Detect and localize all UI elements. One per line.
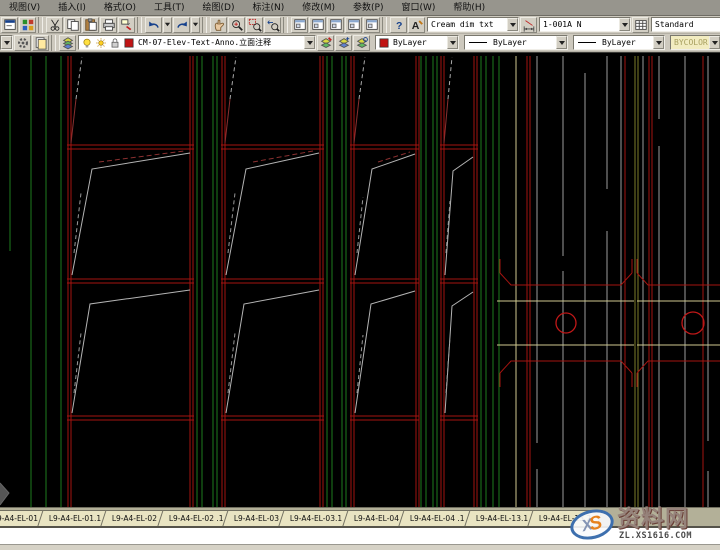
text-style-value: Cream dim txt — [428, 20, 507, 29]
layout-tab-label: L9-A4-EL-02 — [112, 514, 157, 523]
autocad-window: 视图(V)插入(I)格式(O)工具(T)绘图(D)标注(N)修改(M)参数(P)… — [0, 0, 720, 550]
menu-item-1[interactable]: 插入(I) — [49, 0, 95, 16]
toolbar-separator — [51, 35, 56, 51]
sheetset-icon[interactable] — [32, 35, 49, 51]
plot-icon[interactable] — [100, 17, 117, 33]
chevron-down-icon[interactable] — [556, 36, 567, 49]
text-style-combo[interactable]: Cream dim txt — [427, 17, 519, 32]
layout-tab-label: L9-A4-EL-04 — [354, 514, 399, 523]
menu-item-4[interactable]: 绘图(D) — [194, 0, 244, 16]
standard-toolbar: ? A Cream dim txt 1-001A N Standard Stan… — [0, 16, 720, 34]
linetype-value: ByLayer — [490, 38, 556, 47]
color-value: ByLayer — [390, 38, 447, 47]
lock-icon[interactable] — [109, 37, 121, 49]
lineweight-sample — [578, 42, 596, 43]
sun-icon[interactable] — [95, 37, 107, 49]
toolbar-separator — [38, 17, 43, 33]
dim-style-icon[interactable] — [520, 17, 537, 33]
layout-tab-label: L9-A4-EL-02 .1 — [168, 514, 223, 523]
chevron-down-icon[interactable] — [163, 17, 172, 33]
current-layer-name: CM-07-Elev-Text-Anno.立面注释 — [135, 37, 304, 48]
lineweight-value: ByLayer — [599, 38, 653, 47]
layer-color-swatch — [123, 37, 135, 49]
help-icon[interactable]: ? — [390, 17, 407, 33]
layout-tab-label: L9-A4-EL-01.1 — [49, 514, 101, 523]
chevron-down-icon[interactable] — [304, 36, 315, 49]
gear-icon[interactable] — [14, 35, 31, 51]
linetype-combo[interactable]: ByLayer — [464, 35, 568, 50]
designcenter-icon[interactable] — [19, 17, 36, 33]
layout-tab-label: L9-A4-EL-04 .1 — [410, 514, 465, 523]
toolbar-separator — [137, 17, 142, 33]
cad-drawing — [0, 53, 720, 508]
window-icon[interactable] — [291, 17, 308, 33]
chevron-down-icon[interactable] — [507, 18, 518, 31]
chevron-down-icon[interactable] — [619, 18, 630, 31]
menu-item-9[interactable]: 帮助(H) — [444, 0, 494, 16]
cut-icon[interactable] — [46, 17, 63, 33]
window-icon[interactable] — [345, 17, 362, 33]
linetype-sample — [469, 42, 487, 43]
layout-tab-label: L9-A4-EL-03.1 — [290, 514, 342, 523]
undo-icon[interactable] — [145, 17, 162, 33]
paste-icon[interactable] — [82, 17, 99, 33]
menu-item-6[interactable]: 修改(M) — [293, 0, 344, 16]
watermark-site-url: ZL.XS1616.COM — [617, 531, 694, 541]
menu-bar: 视图(V)插入(I)格式(O)工具(T)绘图(D)标注(N)修改(M)参数(P)… — [0, 0, 720, 16]
menu-item-0[interactable]: 视图(V) — [0, 0, 49, 16]
properties-icon[interactable] — [1, 17, 18, 33]
menu-item-2[interactable]: 格式(O) — [95, 0, 145, 16]
menu-item-5[interactable]: 标注(N) — [243, 0, 293, 16]
color-swatch — [378, 37, 390, 49]
watermark: X S 资料网 ZL.XS1616.COM — [570, 502, 718, 546]
window-icon[interactable] — [327, 17, 344, 33]
window-icon[interactable] — [309, 17, 326, 33]
chevron-down-icon — [709, 36, 720, 49]
zoom-realtime-icon[interactable] — [228, 17, 245, 33]
redo-icon[interactable] — [173, 17, 190, 33]
table-style-value: Standard — [652, 20, 720, 29]
table-style-combo[interactable]: Standard — [651, 17, 720, 32]
text-style-icon[interactable]: A — [408, 17, 425, 33]
layer-combo[interactable]: CM-07-Elev-Text-Anno.立面注释 — [78, 35, 316, 50]
matchprops-icon[interactable] — [118, 17, 135, 33]
dim-style-value: 1-001A N — [540, 20, 619, 29]
lineweight-combo[interactable]: ByLayer — [573, 35, 665, 50]
watermark-logo: X S — [567, 505, 617, 544]
plotstyle-combo: BYCOLOR — [670, 35, 720, 50]
layer-update-icon[interactable] — [353, 35, 370, 51]
table-style-icon[interactable] — [632, 17, 649, 33]
layout-tab-label: L9-A4-EL-01 — [0, 514, 38, 523]
chevron-down-icon[interactable] — [653, 36, 664, 49]
make-current-icon[interactable] — [317, 35, 334, 51]
chevron-down-icon[interactable] — [1, 36, 12, 49]
copy-icon[interactable] — [64, 17, 81, 33]
drawing-canvas[interactable] — [0, 52, 720, 507]
toolbar-separator — [382, 17, 387, 33]
layers-properties-toolbar: CM-07-Elev-Text-Anno.立面注释 ByLayer ByLaye… — [0, 34, 720, 52]
toolbar-separator — [283, 17, 288, 33]
pan-icon[interactable] — [210, 17, 227, 33]
menu-item-3[interactable]: 工具(T) — [145, 0, 194, 16]
toolbar-separator — [202, 17, 207, 33]
layer-previous-icon[interactable] — [335, 35, 352, 51]
zoom-window-icon[interactable] — [246, 17, 263, 33]
plotstyle-value: BYCOLOR — [671, 38, 709, 47]
chevron-down-icon[interactable] — [447, 36, 458, 49]
dim-style-combo[interactable]: 1-001A N — [539, 17, 631, 32]
menu-item-7[interactable]: 参数(P) — [344, 0, 392, 16]
menu-item-8[interactable]: 窗口(W) — [392, 0, 444, 16]
window-icon[interactable] — [363, 17, 380, 33]
color-combo[interactable]: ByLayer — [375, 35, 459, 50]
svg-text:?: ? — [395, 19, 401, 31]
layers-icon[interactable] — [59, 35, 76, 51]
workspace-combo-fragment[interactable] — [0, 35, 13, 50]
chevron-down-icon[interactable] — [191, 17, 200, 33]
layout-tab-label: L9-A4-EL-13.1 — [475, 514, 527, 523]
layout-tab-label: L9-A4-EL-03 — [234, 514, 279, 523]
bulb-icon[interactable] — [81, 37, 93, 49]
zoom-previous-icon[interactable] — [264, 17, 281, 33]
watermark-site-name: 资料网 — [617, 508, 694, 531]
